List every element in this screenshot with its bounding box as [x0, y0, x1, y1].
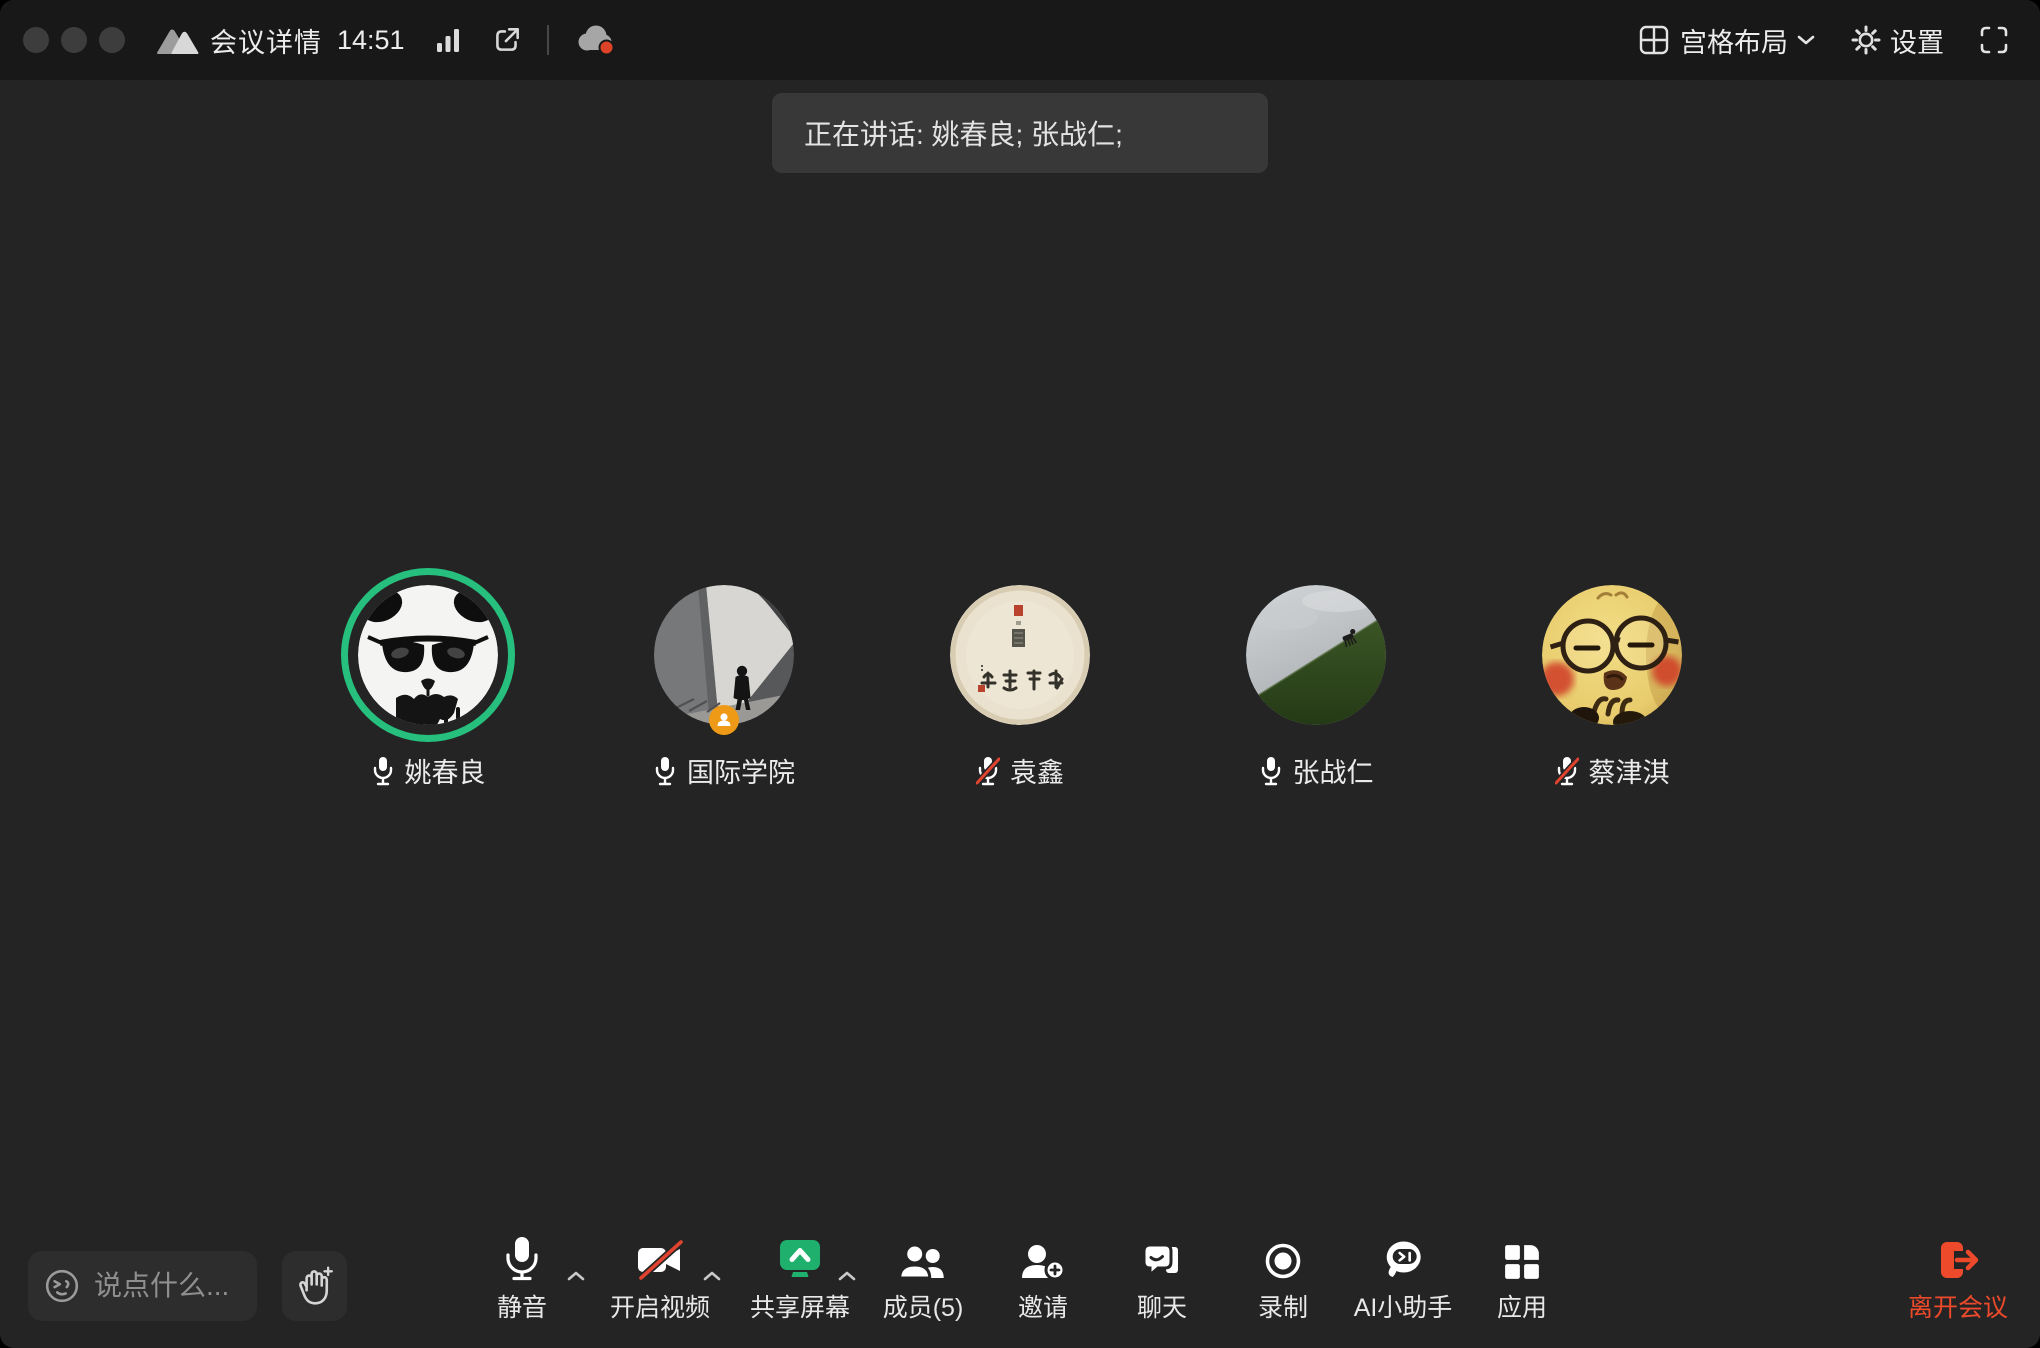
fullscreen-icon[interactable] — [1978, 24, 2010, 56]
leave-meeting-button[interactable]: 离开会议 — [1908, 1235, 2008, 1324]
raise-hand-icon — [295, 1265, 335, 1307]
leave-meeting-icon — [1935, 1235, 1981, 1281]
apps-button[interactable]: 应用 — [1497, 1235, 1547, 1324]
avatar — [358, 585, 498, 725]
tunnel-photo-avatar — [654, 585, 794, 725]
host-badge — [709, 705, 739, 735]
meeting-window: 会议详情 14:51 — [0, 0, 2040, 1348]
avatar — [950, 585, 1090, 725]
mute-options-chevron[interactable] — [567, 1268, 585, 1286]
hillside-photo-avatar — [1246, 585, 1386, 725]
meeting-details-button[interactable]: 会议详情 — [210, 21, 322, 60]
avatar — [1542, 585, 1682, 725]
participant-nameline: 姚春良 — [371, 751, 486, 790]
participant-tile[interactable]: 国际学院 — [614, 568, 834, 790]
pop-out-window-icon[interactable] — [491, 24, 523, 56]
start-video-button[interactable]: 开启视频 — [610, 1235, 710, 1324]
participant-tile[interactable]: 袁鑫 — [910, 568, 1130, 790]
participant-nameline: 国际学院 — [653, 751, 795, 790]
camera-off-icon — [635, 1235, 685, 1281]
chat-button[interactable]: 聊天 — [1137, 1235, 1187, 1324]
participants-row: 姚春良 — [0, 568, 2040, 790]
participant-nameline: 袁鑫 — [976, 751, 1064, 790]
video-options-chevron[interactable] — [703, 1268, 721, 1286]
window-zoom-button[interactable] — [99, 27, 125, 53]
avatar — [1246, 585, 1386, 725]
yellow-meme-avatar — [1542, 585, 1682, 725]
network-signal-icon[interactable] — [435, 26, 461, 54]
ai-assistant-label: AI小助手 — [1354, 1288, 1453, 1324]
mic-icon — [502, 1235, 542, 1281]
mic-muted-icon — [976, 756, 1000, 786]
mute-button[interactable]: 静音 — [497, 1235, 547, 1324]
meeting-timer: 14:51 — [337, 25, 405, 56]
mic-on-icon — [371, 756, 395, 786]
participant-name: 蔡津淇 — [1589, 751, 1670, 790]
calligraphy-plate-avatar — [950, 585, 1090, 725]
participant-name: 姚春良 — [405, 751, 486, 790]
layout-button[interactable]: 宫格布局 — [1680, 21, 1788, 60]
members-icon — [899, 1235, 947, 1281]
ai-assistant-icon — [1380, 1235, 1426, 1281]
window-close-button[interactable] — [23, 27, 49, 53]
start-video-label: 开启视频 — [610, 1288, 710, 1324]
mic-muted-icon — [1555, 756, 1579, 786]
apps-icon — [1503, 1235, 1541, 1281]
settings-button[interactable]: 设置 — [1890, 21, 1944, 60]
members-label: 成员(5) — [883, 1288, 964, 1324]
message-composer[interactable] — [28, 1251, 257, 1321]
speaking-banner-text: 正在讲话: 姚春良; 张战仁; — [804, 113, 1123, 153]
record-button[interactable]: 录制 — [1258, 1235, 1308, 1324]
grid-layout-icon — [1638, 24, 1670, 56]
mute-label: 静音 — [497, 1288, 547, 1324]
apps-label: 应用 — [1497, 1288, 1547, 1324]
share-options-chevron[interactable] — [838, 1268, 856, 1286]
mic-on-icon — [653, 756, 677, 786]
invite-label: 邀请 — [1018, 1288, 1068, 1324]
participant-nameline: 蔡津淇 — [1555, 751, 1670, 790]
cloud-recording-icon[interactable] — [573, 23, 617, 57]
titlebar: 会议详情 14:51 — [0, 0, 2040, 80]
avatar — [654, 585, 794, 725]
ai-assistant-button[interactable]: AI小助手 — [1354, 1235, 1453, 1324]
gear-icon — [1850, 24, 1882, 56]
speaking-banner: 正在讲话: 姚春良; 张战仁; — [772, 93, 1268, 173]
share-screen-label: 共享屏幕 — [750, 1288, 850, 1324]
chevron-down-icon[interactable] — [1796, 34, 1816, 46]
titlebar-divider — [547, 25, 549, 55]
participant-name: 张战仁 — [1293, 751, 1374, 790]
meeting-app-logo-icon — [155, 25, 201, 55]
share-screen-icon — [777, 1235, 823, 1281]
panda-sunglasses-avatar — [358, 585, 498, 725]
participant-name: 国际学院 — [687, 751, 795, 790]
participant-name: 袁鑫 — [1010, 751, 1064, 790]
participant-tile[interactable]: 张战仁 — [1206, 568, 1426, 790]
chat-label: 聊天 — [1137, 1288, 1187, 1324]
members-button[interactable]: 成员(5) — [883, 1235, 964, 1324]
raise-hand-button[interactable] — [282, 1251, 347, 1321]
leave-meeting-label: 离开会议 — [1908, 1288, 2008, 1324]
record-label: 录制 — [1258, 1288, 1308, 1324]
emoji-icon[interactable] — [44, 1268, 80, 1304]
share-screen-button[interactable]: 共享屏幕 — [750, 1235, 850, 1324]
record-icon — [1263, 1235, 1303, 1281]
window-controls — [23, 27, 125, 53]
window-minimize-button[interactable] — [61, 27, 87, 53]
invite-button[interactable]: 邀请 — [1018, 1235, 1068, 1324]
chat-icon — [1141, 1235, 1183, 1281]
invite-icon — [1020, 1235, 1066, 1281]
participant-tile[interactable]: 姚春良 — [318, 568, 538, 790]
participant-tile[interactable]: 蔡津淇 — [1502, 568, 1722, 790]
message-input[interactable] — [92, 1269, 243, 1303]
mic-on-icon — [1259, 756, 1283, 786]
participant-nameline: 张战仁 — [1259, 751, 1374, 790]
